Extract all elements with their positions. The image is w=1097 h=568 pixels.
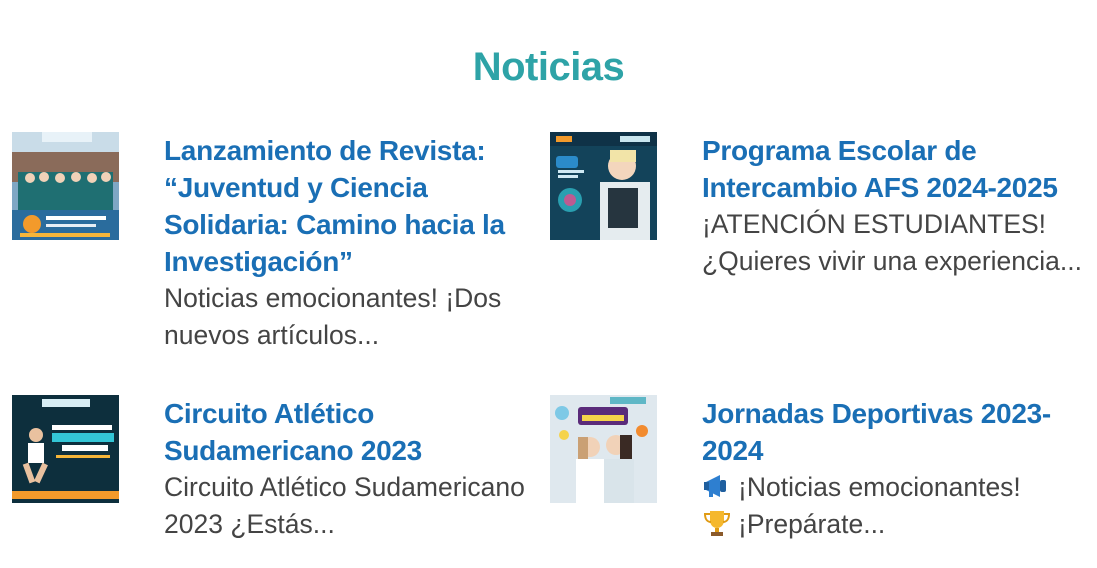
news-text-circuito: Circuito Atlético Sudamericano 2023 Circ… xyxy=(164,395,559,543)
news-text-afs: Programa Escolar de Intercambio AFS 2024… xyxy=(702,132,1097,280)
news-thumbnail-jornadas[interactable] xyxy=(550,395,657,503)
news-text-revista: Lanzamiento de Revista: “Juventud y Cien… xyxy=(164,132,554,354)
news-excerpt: Circuito Atlético Sudamericano 2023 ¿Est… xyxy=(164,472,525,539)
news-thumbnail-afs[interactable] xyxy=(550,132,657,240)
news-title-link[interactable]: Jornadas Deportivas 2023-2024 xyxy=(702,395,1097,469)
section-title: Noticias xyxy=(472,44,625,89)
news-excerpt-line-1: ¡Noticias emocionantes! xyxy=(702,469,1097,506)
thumbnail-image xyxy=(12,132,119,240)
news-excerpt: ¡ATENCIÓN ESTUDIANTES! ¿Quieres vivir un… xyxy=(702,209,1082,276)
thumbnail-image xyxy=(550,395,657,503)
news-item-revista: Lanzamiento de Revista: “Juventud y Cien… xyxy=(12,132,552,362)
thumbnail-image xyxy=(12,395,119,503)
megaphone-icon xyxy=(704,475,726,497)
thumbnail-image xyxy=(550,132,657,240)
news-title-link[interactable]: Programa Escolar de Intercambio AFS 2024… xyxy=(702,132,1097,206)
news-title-link[interactable]: Circuito Atlético Sudamericano 2023 xyxy=(164,395,559,469)
news-item-jornadas: Jornadas Deportivas 2023-2024 ¡Noticias … xyxy=(550,395,1090,555)
news-item-afs: Programa Escolar de Intercambio AFS 2024… xyxy=(550,132,1090,332)
news-item-circuito: Circuito Atlético Sudamericano 2023 Circ… xyxy=(12,395,552,555)
excerpt-text: ¡Noticias emocionantes! xyxy=(738,472,1021,502)
news-thumbnail-circuito[interactable] xyxy=(12,395,119,503)
trophy-icon xyxy=(703,511,731,536)
news-excerpt-line-2: ¡Prepárate... xyxy=(702,506,1097,543)
news-excerpt: Noticias emocionantes! ¡Dos nuevos artíc… xyxy=(164,283,502,350)
news-thumbnail-revista[interactable] xyxy=(12,132,119,240)
news-title-link[interactable]: Lanzamiento de Revista: “Juventud y Cien… xyxy=(164,132,554,280)
news-text-jornadas: Jornadas Deportivas 2023-2024 ¡Noticias … xyxy=(702,395,1097,543)
excerpt-text: ¡Prepárate... xyxy=(738,509,886,539)
